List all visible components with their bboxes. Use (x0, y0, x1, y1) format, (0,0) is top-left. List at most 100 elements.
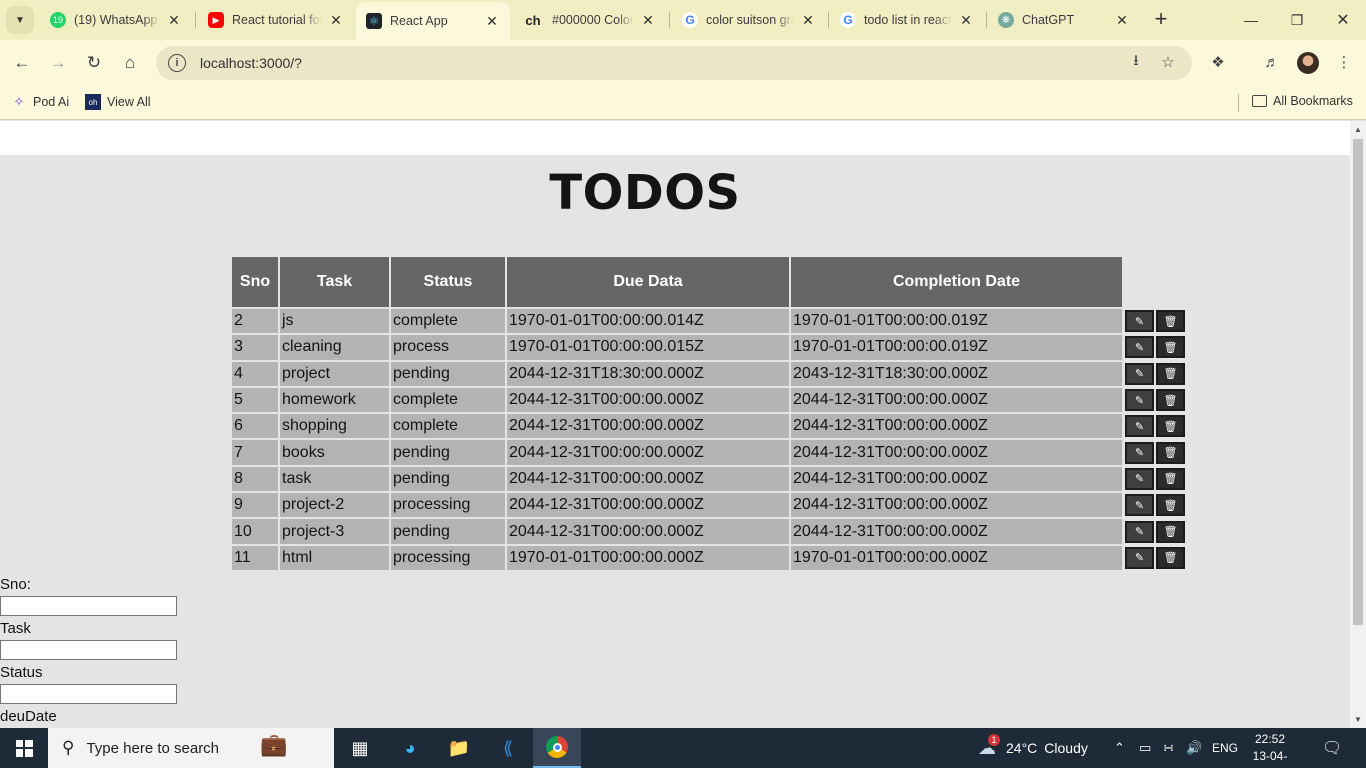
bookmark-view-all[interactable]: oh View All (85, 94, 151, 110)
close-icon[interactable]: ✕ (328, 12, 344, 28)
delete-button[interactable]: 🗑 (1156, 520, 1185, 543)
edit-button[interactable]: ✎ (1125, 520, 1154, 543)
edge-button[interactable]: ◕ (386, 728, 434, 768)
tab-title: ChatGPT (1022, 13, 1075, 27)
cell-task: books (280, 440, 389, 465)
speaker-icon: 🔊 (1186, 740, 1203, 755)
cell-completion-date: 1970-01-01T00:00:00.000Z (791, 545, 1122, 570)
cell-actions: ✎ 🗑 (1124, 309, 1190, 333)
close-icon[interactable]: ✕ (166, 12, 182, 28)
scrollbar-thumb[interactable] (1353, 139, 1363, 625)
status-label: Status (0, 664, 43, 681)
edit-button[interactable]: ✎ (1125, 415, 1154, 438)
tab-youtube[interactable]: ▶ React tutorial for ✕ (198, 4, 354, 36)
back-button[interactable]: ← (9, 50, 35, 76)
system-clock[interactable]: 22:52 13-04-2024 (1240, 731, 1300, 768)
task-view-button[interactable]: ▦ (336, 728, 384, 768)
cell-status: processing (391, 545, 505, 570)
tab-google-colors[interactable]: G color suitson gra ✕ (672, 4, 826, 36)
tab-react-app[interactable]: ⚛ React App ✕ (356, 2, 510, 40)
delete-icon: 🗑 (1163, 341, 1178, 354)
task-input[interactable] (0, 640, 177, 660)
tab-search-button[interactable]: ▼ (6, 6, 34, 34)
delete-button[interactable]: 🗑 (1156, 441, 1185, 464)
edit-button[interactable]: ✎ (1125, 336, 1154, 359)
close-icon[interactable]: ✕ (958, 12, 974, 28)
delete-icon: 🗑 (1163, 368, 1178, 381)
volume-button[interactable]: 🔊 (1186, 728, 1202, 768)
cell-sno: 6 (232, 414, 278, 439)
delete-button[interactable]: 🗑 (1156, 546, 1185, 569)
address-url[interactable]: localhost:3000/? (200, 55, 302, 71)
edit-icon: ✎ (1134, 473, 1145, 486)
close-icon[interactable]: ✕ (1114, 12, 1130, 28)
minimize-button[interactable]: — (1228, 0, 1274, 40)
edit-button[interactable]: ✎ (1125, 494, 1154, 517)
cell-actions: ✎ 🗑 (1124, 414, 1190, 438)
hidden-icons-button[interactable]: ⌃ (1114, 728, 1125, 768)
scroll-down-arrow[interactable]: ▼ (1353, 714, 1363, 724)
chrome-button[interactable] (533, 728, 581, 768)
restore-icon: ❐ (1290, 11, 1304, 28)
install-app-button[interactable]: ⭳ (1124, 50, 1148, 74)
tab-whatsapp[interactable]: 19 (19) WhatsApp ✕ (40, 4, 192, 36)
google-icon: G (840, 12, 856, 28)
forward-button[interactable]: → (45, 50, 71, 76)
delete-button[interactable]: 🗑 (1156, 415, 1185, 438)
delete-icon: 🗑 (1163, 420, 1178, 433)
edit-button[interactable]: ✎ (1125, 546, 1154, 569)
profile-avatar[interactable] (1297, 52, 1319, 74)
cell-status: processing (391, 493, 505, 518)
all-bookmarks-button[interactable]: All Bookmarks (1252, 94, 1353, 108)
taskbar-search-placeholder: Type here to search (86, 739, 220, 757)
restore-button[interactable]: ❐ (1274, 0, 1320, 40)
edit-button[interactable]: ✎ (1125, 467, 1154, 490)
address-bar[interactable]: i localhost:3000/? (156, 46, 1192, 80)
extensions-button[interactable]: ❖ (1206, 50, 1230, 74)
file-explorer-button[interactable]: 📁 (435, 728, 483, 768)
edit-button[interactable]: ✎ (1125, 389, 1154, 412)
battery-button[interactable]: ▭ (1139, 728, 1151, 768)
delete-button[interactable]: 🗑 (1156, 336, 1185, 359)
delete-button[interactable]: 🗑 (1156, 494, 1185, 517)
sno-input[interactable] (0, 596, 177, 616)
tab-google-todo[interactable]: G todo list in react ✕ (830, 4, 984, 36)
tab-chatgpt[interactable]: ❋ ChatGPT ✕ (988, 4, 1140, 36)
delete-button[interactable]: 🗑 (1156, 467, 1185, 490)
edit-button[interactable]: ✎ (1125, 310, 1154, 333)
tab-separator (828, 12, 829, 28)
weather-widget[interactable]: ☁ 1 24°C Cloudy (978, 728, 1088, 768)
delete-button[interactable]: 🗑 (1156, 362, 1185, 385)
cell-due-date: 1970-01-01T00:00:00.014Z (507, 309, 789, 334)
scroll-up-arrow[interactable]: ▲ (1353, 124, 1363, 134)
cell-completion-date: 2044-12-31T00:00:00.000Z (791, 414, 1122, 439)
new-tab-button[interactable]: + (1150, 6, 1172, 31)
close-icon[interactable]: ✕ (800, 12, 816, 28)
close-window-button[interactable]: ✕ (1320, 0, 1366, 40)
table-row: 4 project pending 2044-12-31T18:30:00.000Z 2… (232, 361, 1190, 386)
edit-button[interactable]: ✎ (1125, 441, 1154, 464)
bookmark-pod-ai[interactable]: ✧ Pod Ai (11, 94, 70, 110)
network-button[interactable]: ∺ (1163, 728, 1174, 768)
language-indicator[interactable]: ENG (1212, 728, 1238, 768)
notifications-button[interactable]: 🗨 (1322, 728, 1342, 768)
close-icon[interactable]: ✕ (484, 13, 500, 29)
page-scrollbar[interactable]: ▲ ▼ (1350, 121, 1366, 728)
menu-button[interactable]: ⋮ (1332, 50, 1356, 74)
site-info-icon[interactable]: i (168, 54, 186, 72)
media-controls-button[interactable]: ♬ (1260, 50, 1284, 74)
reload-button[interactable]: ↻ (81, 50, 107, 76)
edit-button[interactable]: ✎ (1125, 362, 1154, 385)
cell-task: html (280, 545, 389, 570)
tab-colorhexa[interactable]: ch #000000 Color H ✕ (512, 4, 666, 36)
delete-button[interactable]: 🗑 (1156, 389, 1185, 412)
status-input[interactable] (0, 684, 177, 704)
bookmark-star-button[interactable]: ☆ (1156, 50, 1180, 74)
taskbar-search-box[interactable]: ⚲ Type here to search 💼 (48, 728, 334, 768)
delete-button[interactable]: 🗑 (1156, 310, 1185, 333)
close-icon[interactable]: ✕ (640, 12, 656, 28)
home-button[interactable]: ⌂ (117, 50, 143, 76)
start-button[interactable] (0, 728, 48, 768)
vscode-button[interactable]: ⟪ (484, 728, 532, 768)
notification-icon: 🗨 (1322, 740, 1343, 757)
